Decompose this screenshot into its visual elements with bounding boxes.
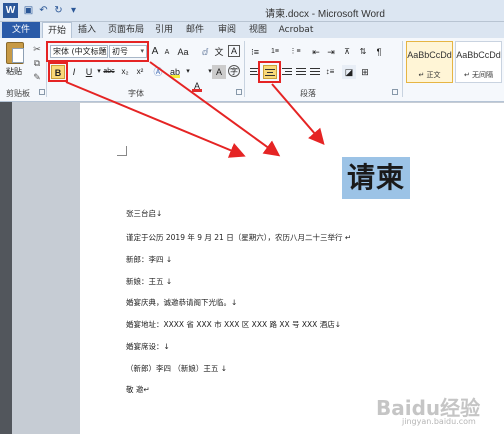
- annotation-arrows: [65, 61, 325, 158]
- watermark-url: jingyan.baidu.com: [402, 417, 476, 426]
- arrow-center: [271, 83, 325, 146]
- arrow-font: [149, 61, 281, 157]
- arrow-bold: [65, 81, 246, 158]
- watermark: Baidu经验 jingyan.baidu.com: [376, 392, 500, 430]
